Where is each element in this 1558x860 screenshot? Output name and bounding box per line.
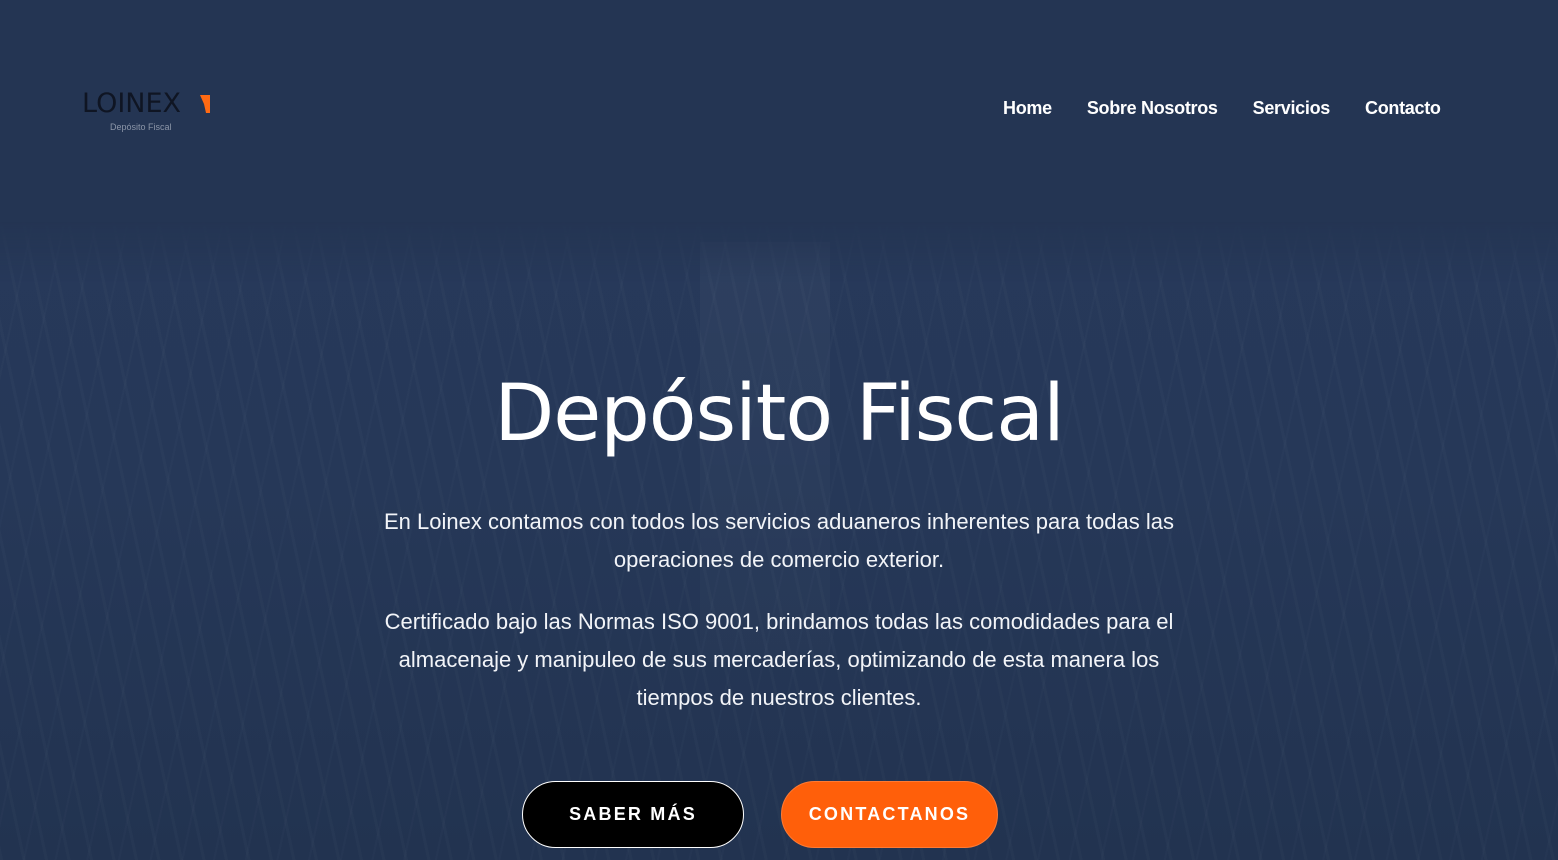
hero-certification-text: Certificado bajo las Normas ISO 9001, br… <box>384 609 1174 710</box>
saber-mas-button[interactable]: SABER MÁS <box>522 781 744 848</box>
hero-title: Depósito Fiscal <box>494 369 1065 459</box>
site-logo[interactable]: LOINEX Depósito Fiscal <box>82 89 212 135</box>
nav-item-servicios[interactable]: Servicios <box>1253 98 1331 119</box>
contactanos-button[interactable]: CONTACTANOS <box>781 781 998 848</box>
main-nav: Home Sobre Nosotros Servicios Contacto <box>1003 98 1441 119</box>
nav-item-sobre-nosotros[interactable]: Sobre Nosotros <box>1087 98 1218 119</box>
nav-item-contacto[interactable]: Contacto <box>1365 98 1441 119</box>
logo-accent-shape <box>200 95 210 113</box>
hero-intro-text: En Loinex contamos con todos los servici… <box>383 509 1175 572</box>
nav-item-home[interactable]: Home <box>1003 98 1052 119</box>
logo-tagline: Depósito Fiscal <box>110 122 172 132</box>
logo-wordmark: LOINEX <box>82 88 182 119</box>
